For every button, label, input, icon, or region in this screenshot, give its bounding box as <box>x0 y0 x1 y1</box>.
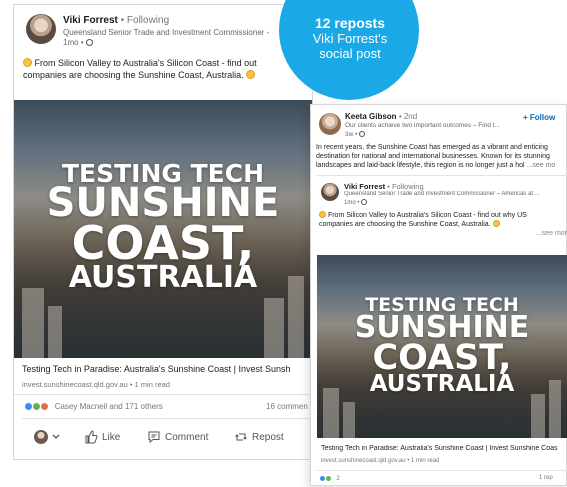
author-role: Queensland Senior Trade and Investment C… <box>63 28 270 37</box>
following-status: • Following <box>120 15 170 26</box>
comment-icon <box>148 431 160 444</box>
repost-hero-line-3: COAST, <box>372 338 512 379</box>
follow-button[interactable]: + Follow <box>523 113 555 122</box>
love-reaction-icon <box>40 402 50 411</box>
inner-author-name[interactable]: Viki Forrest <box>344 182 385 191</box>
hero-building <box>264 298 284 358</box>
repost-icon <box>235 433 247 441</box>
sun-emoji-icon <box>23 58 32 67</box>
repost-time: 3w • <box>345 131 366 138</box>
commentary-line-1: In recent years, the Sunshine Coast has … <box>316 144 548 151</box>
reactions-text[interactable]: Casey Macneil and 171 others <box>55 402 163 411</box>
hero-building <box>531 394 545 438</box>
like-button[interactable]: Like <box>84 430 120 444</box>
repost-article-link-meta: invest.sunshinecoast.qld.gov.au • 1 min … <box>321 458 440 464</box>
hero-building <box>323 388 339 438</box>
repost-hero-line-4: AUSTRALIA <box>369 371 515 398</box>
repost-time-text: 3w • <box>345 131 358 138</box>
thumbs-up-icon <box>85 430 98 444</box>
badge-text: 12 reposts Viki Forrest's social post <box>277 15 423 62</box>
hero-building <box>48 306 62 358</box>
badge-line-2: Viki Forrest's <box>312 31 388 46</box>
inner-text-line-1: From Silicon Valley to Australia's Silic… <box>327 212 527 219</box>
like-label: Like <box>102 431 121 443</box>
divider <box>22 418 312 419</box>
connection-degree: • 2nd <box>398 112 418 121</box>
article-link-meta: invest.sunshinecoast.qld.gov.au • 1 min … <box>22 380 170 389</box>
repost-hero-image[interactable]: TESTING TECH SUNSHINE COAST, AUSTRALIA <box>317 255 567 438</box>
reactions-summary[interactable]: Casey Macneil and 171 others <box>24 402 163 411</box>
sun-emoji-icon <box>492 220 500 227</box>
reposts-badge: 12 reposts Viki Forrest's social post <box>277 0 423 100</box>
hero-headline: TESTING TECH SUNSHINE COAST, AUSTRALIA <box>14 161 312 296</box>
post-text-line-2: companies are choosing the Sunshine Coas… <box>23 70 244 80</box>
reposter-name-row[interactable]: Keeta Gibson • 2nd <box>345 112 417 121</box>
author-name-row[interactable]: Viki Forrest • Following <box>63 15 169 26</box>
post-text-line-1: From Silicon Valley to Australia's Silic… <box>34 58 257 68</box>
divider <box>14 394 312 395</box>
inner-post-text: From Silicon Valley to Australia's Silic… <box>319 211 567 238</box>
comments-count[interactable]: 16 commen <box>266 402 308 411</box>
post-time-text: 1mo • <box>63 38 84 47</box>
sun-emoji-icon <box>246 70 256 79</box>
repost-reactions-count[interactable]: 2 <box>336 476 339 482</box>
reposter-name[interactable]: Keeta Gibson <box>345 112 397 121</box>
globe-icon <box>85 39 93 46</box>
repost-label: Repost <box>252 431 284 443</box>
divider <box>317 470 567 471</box>
see-more-link[interactable]: ...see mo <box>527 162 556 169</box>
globe-icon <box>361 199 368 205</box>
user-avatar-icon <box>34 430 48 444</box>
inner-author-role: Queensland Senior Trade and Investment C… <box>344 191 540 197</box>
comment-button[interactable]: Comment <box>147 430 208 444</box>
badge-reposts-count: 12 reposts <box>314 15 386 31</box>
reposter-tagline: Our clients achieve two important outcom… <box>345 122 500 129</box>
comment-label: Comment <box>165 431 209 443</box>
inner-see-more-link[interactable]: ...see mor <box>319 229 567 238</box>
hero-building <box>22 288 44 358</box>
article-link-title[interactable]: Testing Tech in Paradise: Australia's Su… <box>22 364 312 374</box>
author-avatar[interactable] <box>26 14 56 44</box>
repost-article-link-title[interactable]: Testing Tech in Paradise: Australia's Su… <box>321 445 567 452</box>
post-card-repost: Keeta Gibson • 2nd + Follow Our clients … <box>310 104 567 486</box>
inner-author-name-row[interactable]: Viki Forrest • Following <box>344 182 424 191</box>
inner-following-status: • Following <box>387 182 424 191</box>
badge-line-3: social post <box>319 46 381 61</box>
reaction-avatar-picker[interactable] <box>34 430 60 444</box>
sun-emoji-icon <box>319 211 326 218</box>
repost-reposts-count[interactable]: 1 rep <box>539 475 553 481</box>
repost-reactions-summary[interactable]: 2 <box>319 475 340 482</box>
post-card-main: Viki Forrest • Following Queensland Seni… <box>13 4 313 460</box>
post-text: From Silicon Valley to Australia's Silic… <box>23 57 313 81</box>
hero-line-4: AUSTRALIA <box>68 260 258 296</box>
inner-post-time-text: 1mo • <box>344 200 360 206</box>
celebrate-reaction-icon <box>324 475 332 482</box>
inner-post-time: 1mo • <box>344 199 368 206</box>
author-name[interactable]: Viki Forrest <box>63 15 118 26</box>
hero-line-3: COAST, <box>71 215 255 270</box>
commentary-line-3: landscapes and laid-back lifestyle, this… <box>316 162 525 169</box>
globe-icon <box>359 131 366 137</box>
divider <box>317 175 567 176</box>
repost-commentary: In recent years, the Sunshine Coast has … <box>316 143 566 170</box>
inner-text-line-2: companies are choosing the Sunshine Coas… <box>319 221 491 228</box>
post-time: 1mo • <box>63 38 93 47</box>
inner-author-avatar[interactable] <box>321 183 339 201</box>
reposter-avatar[interactable] <box>319 113 341 135</box>
commentary-line-2: destination for national and internation… <box>316 153 550 160</box>
hero-building <box>343 402 355 438</box>
article-hero-image[interactable]: TESTING TECH SUNSHINE COAST, AUSTRALIA <box>14 100 312 358</box>
chevron-down-icon <box>52 434 60 439</box>
repost-hero-headline: TESTING TECH SUNSHINE COAST, AUSTRALIA <box>317 295 567 398</box>
repost-button[interactable]: Repost <box>234 430 284 444</box>
